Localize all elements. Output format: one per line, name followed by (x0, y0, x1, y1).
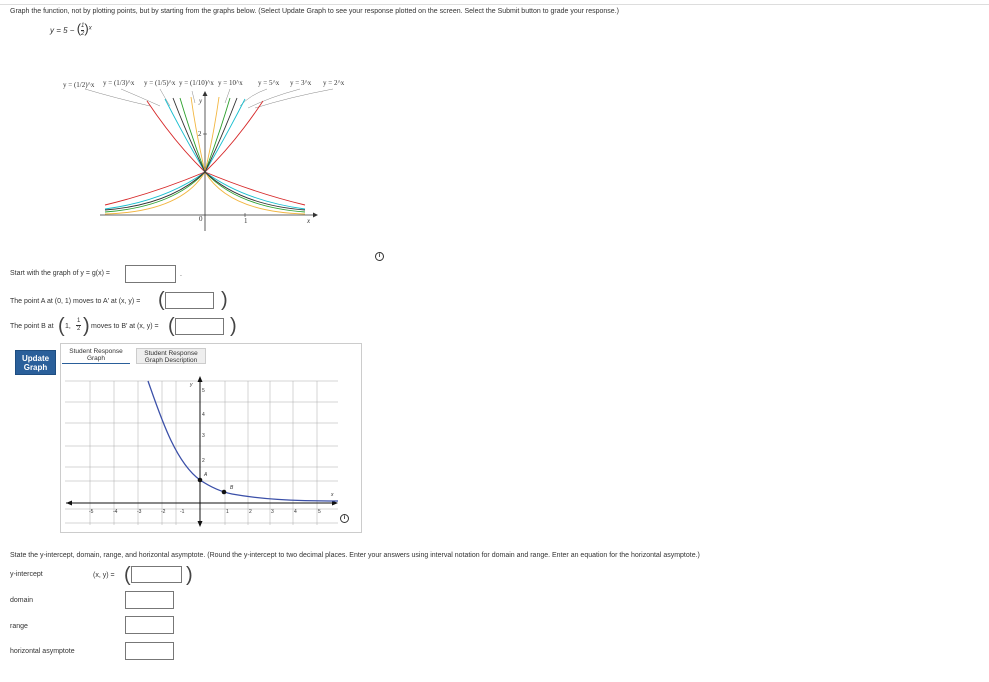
update-graph-label: Update Graph (21, 354, 50, 372)
update-graph-button[interactable]: Update Graph (15, 350, 56, 375)
curve-fifth (104, 97, 206, 213)
y-label-2: 2 (202, 458, 205, 464)
x-label-4: 4 (294, 509, 297, 515)
top-border (0, 0, 989, 5)
pointB-suffix: moves to B′ at (x, y) = (91, 323, 159, 330)
point-A[interactable] (197, 477, 203, 483)
ref-x-label: x (306, 217, 311, 225)
reference-graph: y = (1/2)^x y = (1/3)^x y = (1/5)^x y = … (63, 79, 345, 231)
tab-description-label: Student Response Graph Description (144, 350, 198, 364)
x-label-neg4: -4 (113, 509, 118, 515)
resp-x-label: x (330, 492, 334, 498)
y-intercept-input[interactable] (131, 566, 182, 583)
x-label-neg3: -3 (137, 509, 142, 515)
ref-y-tick: 2 (198, 130, 202, 138)
response-graph[interactable]: y x -5 -4 -3 -2 -1 1 2 3 4 5 5 4 3 2 A B (60, 370, 345, 530)
ref-origin: 0 (199, 215, 203, 223)
y-label-3: 3 (202, 433, 205, 439)
pointA-input[interactable] (165, 292, 214, 309)
tab-student-description[interactable]: Student Response Graph Description (136, 348, 206, 364)
paren-close: ) (230, 315, 237, 337)
x-label-5: 5 (318, 509, 321, 515)
label-third: y = (1/3)^x (103, 79, 135, 87)
ref-y-label: y (198, 97, 203, 105)
x-label-3: 3 (271, 509, 274, 515)
pointB-fraction: 1 2 (76, 318, 82, 333)
domain-label: domain (10, 597, 33, 604)
curve-tenth (104, 96, 206, 215)
domain-input[interactable] (125, 591, 174, 609)
x-label-neg5: -5 (89, 509, 94, 515)
info-icon-top[interactable]: i (375, 252, 384, 261)
function-formula: y = 5 − (1 2)x (50, 21, 92, 38)
label-two: y = 2^x (323, 79, 345, 87)
pointB-input[interactable] (175, 318, 224, 335)
y-intercept-xy-label: (x, y) = (93, 572, 115, 579)
point-B[interactable] (221, 489, 227, 495)
paren-close: ) (186, 564, 193, 586)
pointB-prefix: The point B at (10, 323, 54, 330)
tab-graph-label: Student Response Graph (69, 348, 123, 362)
asymptote-label: horizontal asymptote (10, 648, 75, 655)
point-A-label: A (203, 472, 208, 478)
y-label-4: 4 (202, 412, 205, 418)
resp-y-label: y (189, 382, 193, 388)
x-label-1: 1 (226, 509, 229, 515)
paren-open: ( (158, 289, 165, 311)
x-label-neg1: -1 (180, 509, 185, 515)
label-three: y = 3^x (290, 79, 312, 87)
label-ten: y = 10^x (218, 79, 243, 87)
formula-lhs: y = 5 − (50, 26, 75, 35)
g-function-input[interactable] (125, 265, 176, 283)
paren-open: ( (168, 315, 175, 337)
pointA-text: The point A at (0, 1) moves to A′ at (x,… (10, 298, 141, 305)
x-label-2: 2 (249, 509, 252, 515)
curve-ten (204, 96, 306, 215)
response-curve (147, 380, 339, 502)
label-fifth: y = (1/5)^x (144, 79, 176, 87)
point-B-label: B (230, 485, 234, 491)
curve-third (104, 98, 206, 210)
label-five: y = 5^x (258, 79, 280, 87)
formula-exp: x (88, 25, 92, 32)
instructions-text: Graph the function, not by plotting poin… (10, 8, 619, 15)
range-input[interactable] (125, 616, 174, 634)
paren-open: ( (124, 564, 131, 586)
label-half: y = (1/2)^x (63, 81, 95, 89)
start-suffix: . (180, 271, 182, 278)
paren-close: ) (221, 289, 228, 311)
state-prompt: State the y-intercept, domain, range, an… (10, 552, 700, 559)
info-icon-graph[interactable]: i (340, 514, 349, 523)
pointB-frac-den: 2 (77, 326, 81, 332)
start-prefix: Start with the graph of y = g(x) = (10, 270, 110, 277)
paren-open: ( (58, 315, 65, 337)
ref-x-tick: 1 (244, 217, 248, 225)
curve-five (204, 97, 306, 213)
label-tenth: y = (1/10)^x (179, 79, 214, 87)
pointB-frac-num: 1 (76, 318, 82, 326)
curve-dark-left (104, 97, 206, 211)
y-intercept-label: y-intercept (10, 571, 43, 578)
asymptote-input[interactable] (125, 642, 174, 660)
curve-three (204, 98, 306, 210)
y-label-5: 5 (202, 388, 205, 394)
range-label: range (10, 623, 28, 630)
x-label-neg2: -2 (161, 509, 166, 515)
curve-dark-right (204, 97, 306, 211)
pointB-coord: 1, (65, 323, 71, 330)
tab-student-graph[interactable]: Student Response Graph (62, 348, 130, 364)
paren-close: ) (83, 315, 90, 337)
